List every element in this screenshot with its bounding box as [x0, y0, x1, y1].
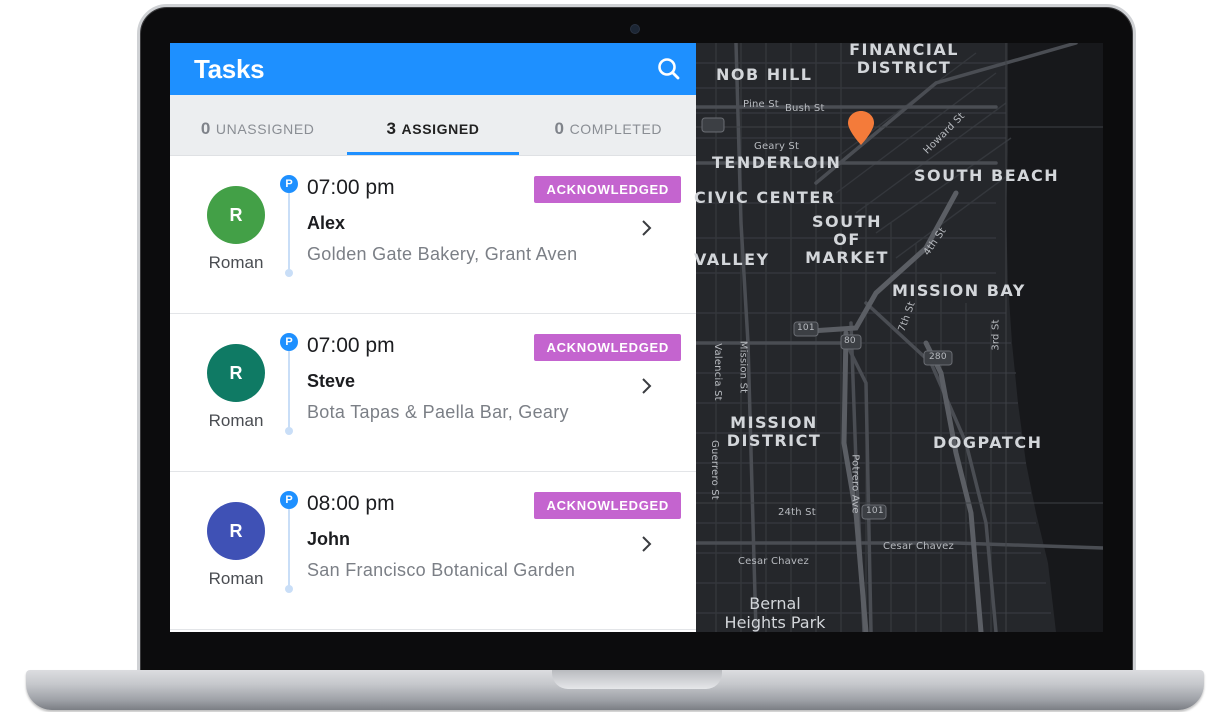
customer-name: John — [307, 529, 350, 549]
street-label: Valencia St — [711, 343, 723, 401]
map-label-civic-center: CIVIC CENTER — [694, 188, 836, 207]
status-badge: ACKNOWLEDGED — [534, 334, 681, 361]
camera-icon — [631, 25, 639, 33]
task-list: R Roman P 07:00 pm ACKNOWLEDGED Alex Gol… — [170, 156, 696, 630]
tab-assigned[interactable]: 3 ASSIGNED — [345, 95, 520, 155]
task-address: Golden Gate Bakery, Grant Aven — [307, 244, 578, 264]
tab-completed[interactable]: 0 COMPLETED — [521, 95, 696, 155]
search-icon — [658, 58, 680, 80]
tab-label: COMPLETED — [569, 121, 663, 137]
street-label: Potrero Ave — [849, 454, 861, 514]
street-label: Bush St — [785, 103, 825, 114]
laptop-screen: Tasks 0 UNASSIGNED 3 ASSIGNED 0 COMPLETE… — [170, 43, 1103, 632]
map-pin-icon[interactable] — [845, 109, 877, 147]
avatar: R — [207, 186, 265, 244]
street-label: Cesar Chavez — [738, 556, 809, 567]
map-label-mission-bay: MISSION BAY — [892, 281, 1026, 300]
street-label: 3rd St — [990, 319, 1002, 351]
chevron-right-icon[interactable] — [640, 216, 654, 240]
tab-count: 0 — [200, 119, 211, 138]
task-time: 07:00 pm — [307, 176, 395, 199]
tab-label: UNASSIGNED — [215, 121, 315, 137]
laptop-notch — [552, 670, 722, 689]
map-label-nob-hill: NOB HILL — [716, 65, 813, 84]
customer-name: Steve — [307, 371, 356, 391]
chevron-right-icon[interactable] — [640, 532, 654, 556]
task-tabs: 0 UNASSIGNED 3 ASSIGNED 0 COMPLETED — [170, 95, 696, 156]
tab-count: 0 — [554, 119, 565, 138]
chevron-right-icon[interactable] — [640, 374, 654, 398]
app-bar: Tasks — [170, 43, 696, 95]
map-label-dogpatch: DOGPATCH — [933, 433, 1043, 452]
agent-name: Roman — [208, 253, 264, 272]
status-badge: ACKNOWLEDGED — [534, 492, 681, 519]
avatar: R — [207, 502, 265, 560]
map-label-south-beach: SOUTH BEACH — [914, 166, 1060, 185]
task-row[interactable]: R Roman P 08:00 pm ACKNOWLEDGED John San… — [170, 472, 696, 630]
street-label: Guerrero St — [708, 440, 720, 500]
task-address: San Francisco Botanical Garden — [307, 560, 576, 580]
street-label: Pine St — [743, 99, 779, 110]
map-label-tenderloin: TENDERLOIN — [712, 153, 842, 172]
page-title: Tasks — [194, 53, 265, 84]
tab-unassigned[interactable]: 0 UNASSIGNED — [170, 95, 345, 155]
status-badge: ACKNOWLEDGED — [534, 176, 681, 203]
highway-shield-label: 280 — [929, 352, 947, 362]
task-address: Bota Tapas & Paella Bar, Geary — [307, 402, 569, 422]
task-time: 08:00 pm — [307, 492, 395, 515]
street-label: Mission St — [737, 340, 749, 394]
route-line — [288, 509, 290, 587]
route-line — [288, 351, 290, 429]
map-label-bernal-heights-park: Bernal Heights Park — [724, 594, 826, 632]
pickup-pin-icon: P — [280, 333, 298, 351]
street-label: 24th St — [778, 507, 816, 518]
street-label: Geary St — [754, 141, 800, 152]
map-view[interactable]: FINANCIAL DISTRICT NOB HILL TENDERLOIN S… — [694, 43, 1103, 632]
highway-shield-label: 101 — [866, 506, 884, 516]
pickup-pin-icon: P — [280, 175, 298, 193]
task-row[interactable]: R Roman P 07:00 pm ACKNOWLEDGED Steve Bo… — [170, 314, 696, 472]
avatar: R — [207, 344, 265, 402]
tasks-panel: Tasks 0 UNASSIGNED 3 ASSIGNED 0 COMPLETE… — [170, 43, 696, 632]
highway-shield-label: 101 — [797, 323, 815, 333]
task-row[interactable]: R Roman P 07:00 pm ACKNOWLEDGED Alex Gol… — [170, 156, 696, 314]
tab-label: ASSIGNED — [401, 121, 480, 137]
map-label-valley: VALLEY — [694, 250, 770, 269]
tab-count: 3 — [386, 119, 397, 138]
highway-shield-label: 80 — [844, 336, 856, 346]
map-label-financial-district: FINANCIAL DISTRICT — [849, 43, 959, 77]
customer-name: Alex — [307, 213, 346, 233]
route-dot-icon — [285, 269, 293, 277]
street-label: Cesar Chavez — [883, 541, 954, 552]
route-dot-icon — [285, 427, 293, 435]
task-time: 07:00 pm — [307, 334, 395, 357]
map-label-mission-district: MISSION DISTRICT — [726, 413, 822, 450]
search-button[interactable] — [656, 56, 682, 82]
map-label-south-of-market: SOUTH OF MARKET — [805, 212, 889, 267]
agent-name: Roman — [208, 411, 264, 430]
pickup-pin-icon: P — [280, 491, 298, 509]
route-line — [288, 193, 290, 271]
route-dot-icon — [285, 585, 293, 593]
agent-name: Roman — [208, 569, 264, 588]
